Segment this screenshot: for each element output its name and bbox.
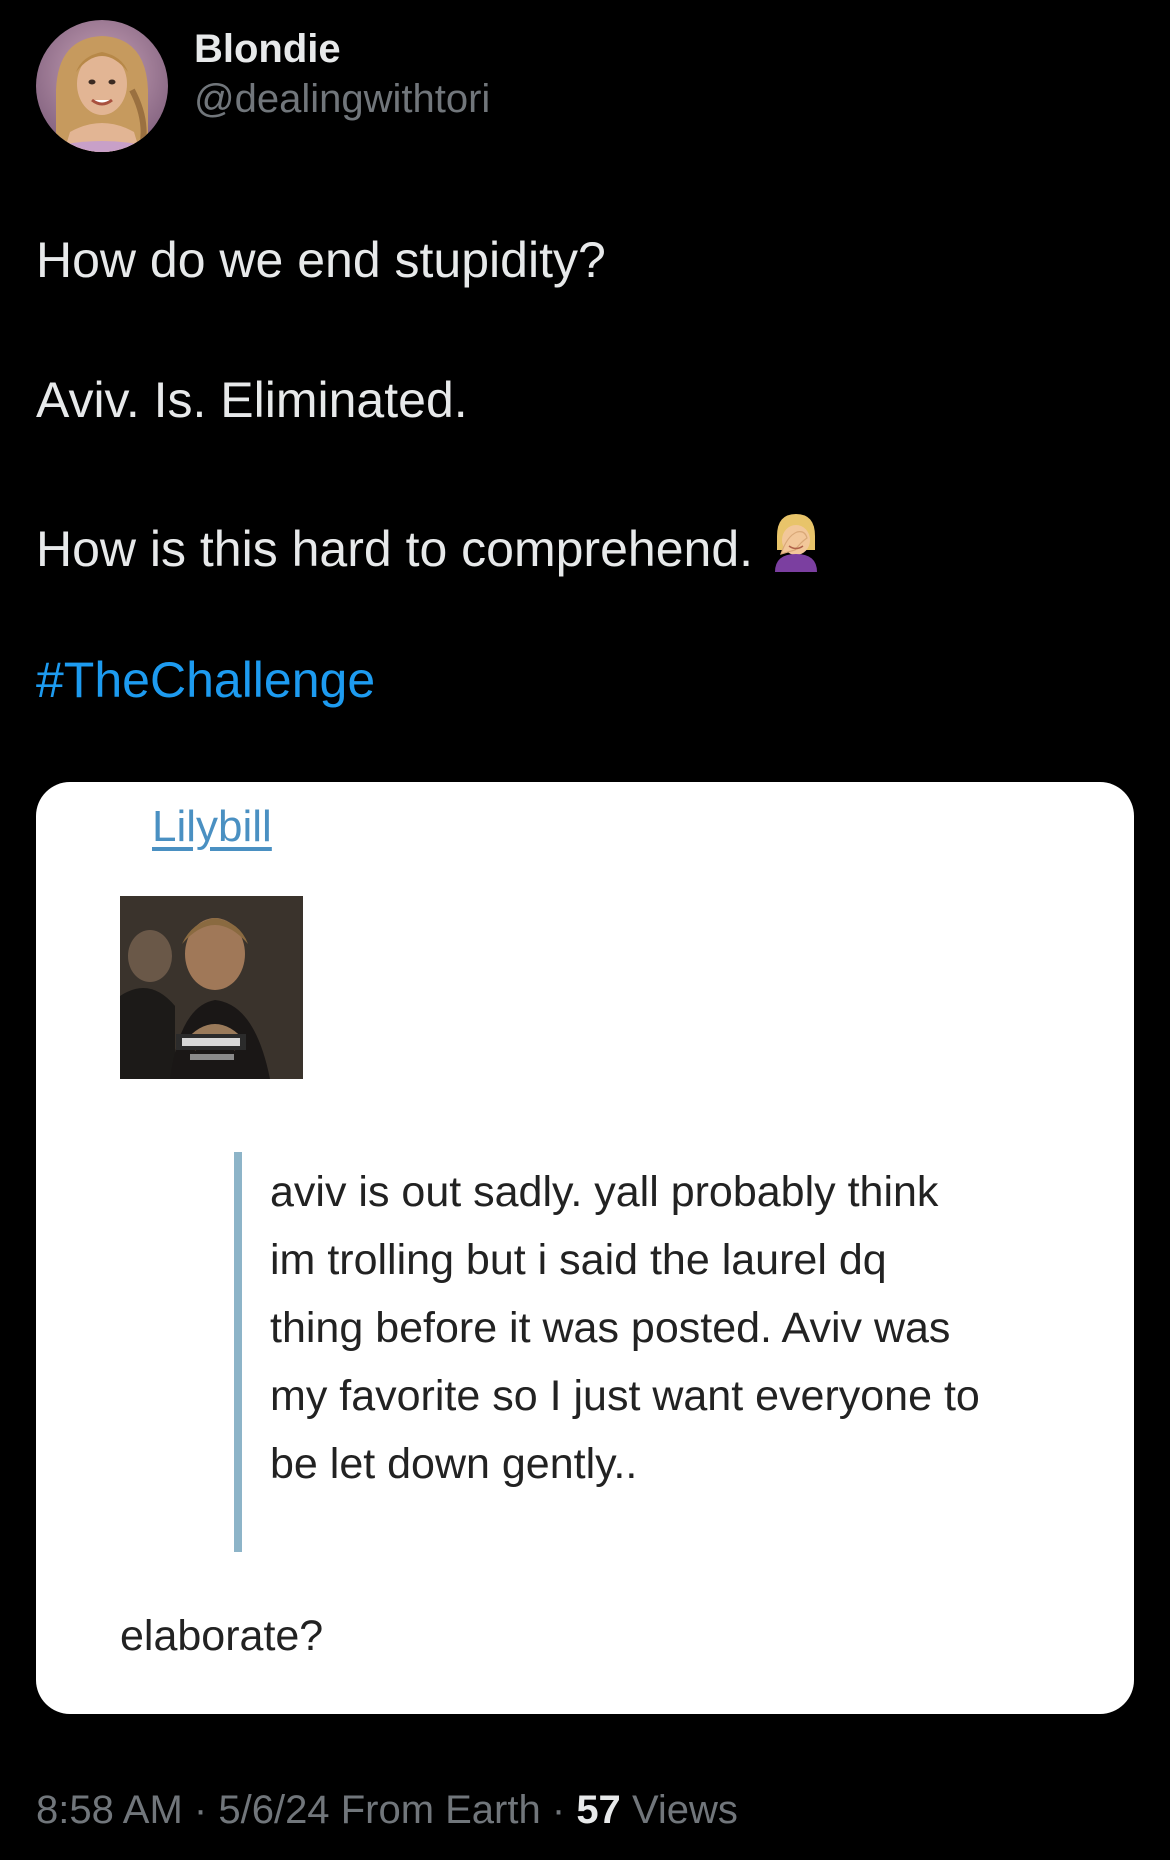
tweet-header: Blondie @dealingwithtori xyxy=(36,20,490,152)
hashtag-link[interactable]: #TheChallenge xyxy=(36,650,375,710)
avatar[interactable] xyxy=(36,20,168,152)
views-count[interactable]: 57 xyxy=(576,1788,621,1832)
display-name[interactable]: Blondie xyxy=(194,24,490,74)
tweet-text-line: Aviv. Is. Eliminated. xyxy=(36,372,468,428)
separator: · xyxy=(193,1788,208,1832)
embedded-post-author-link[interactable]: Lilybill xyxy=(152,802,272,852)
tweet-metadata: 8:58 AM · 5/6/24 From Earth · 57 Views xyxy=(36,1788,738,1833)
avatar-image xyxy=(36,20,168,152)
tweet-location: From Earth xyxy=(340,1788,541,1832)
blockquote-bar xyxy=(234,1152,242,1552)
tweet-text-line: How do we end stupidity? xyxy=(36,232,606,288)
tweet-time[interactable]: 8:58 AM xyxy=(36,1788,183,1832)
tweet-text: How is this hard to comprehend. xyxy=(36,521,754,577)
separator: · xyxy=(551,1788,566,1832)
views-label[interactable]: Views xyxy=(632,1788,738,1832)
embedded-post-reply: elaborate? xyxy=(120,1612,324,1660)
embedded-post-thumbnail[interactable] xyxy=(120,896,303,1079)
woman-facepalming-icon xyxy=(767,510,825,585)
blockquote-text: aviv is out sadly. yall probably think i… xyxy=(270,1168,980,1488)
tweet-text-line-with-emoji: How is this hard to comprehend. xyxy=(36,510,1136,585)
author-names: Blondie @dealingwithtori xyxy=(194,24,490,124)
user-handle[interactable]: @dealingwithtori xyxy=(194,74,490,124)
tweet-date[interactable]: 5/6/24 xyxy=(218,1788,329,1832)
embedded-post-card[interactable]: Lilybill aviv is out sadly. yall probabl… xyxy=(36,782,1134,1714)
